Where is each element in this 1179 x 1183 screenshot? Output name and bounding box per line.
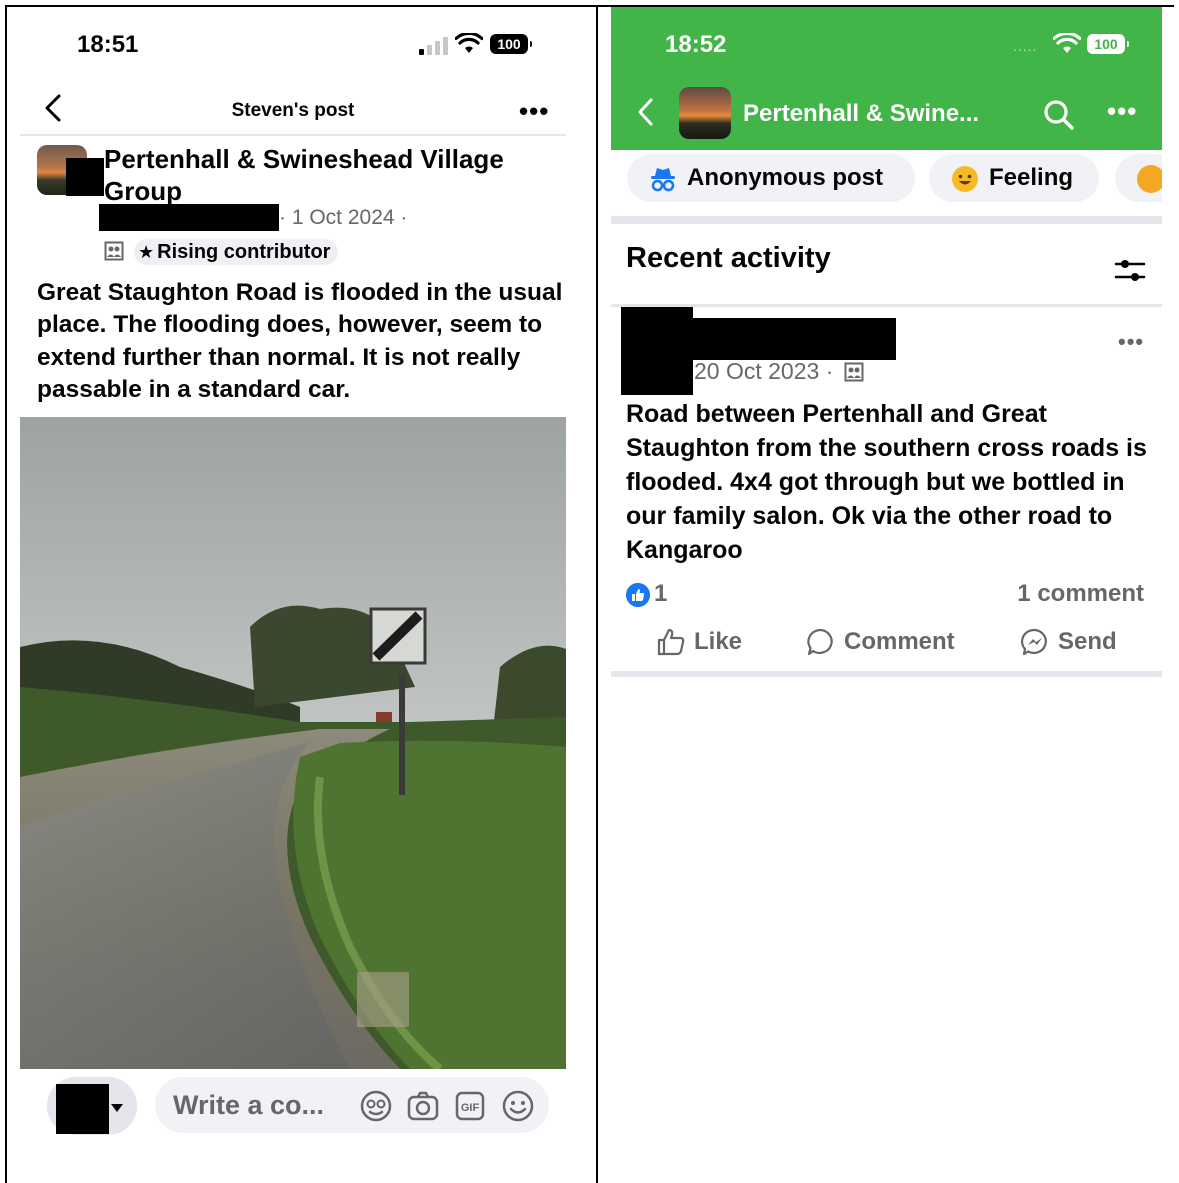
comment-bar: Write a co... GIF	[7, 1075, 596, 1145]
chip-label: Feeling	[989, 164, 1074, 191]
star-icon: ★	[138, 242, 155, 262]
wifi-icon	[1053, 33, 1081, 53]
comment-bubble-icon	[807, 628, 833, 656]
messenger-icon	[1020, 628, 1047, 656]
nav-bar: Steven's post •••	[7, 82, 596, 137]
redacted-author-name	[99, 204, 279, 231]
group-title[interactable]: Pertenhall & Swine...	[743, 100, 979, 128]
post-date-text: 20 Oct 2023 ·	[694, 358, 834, 384]
more-options-icon[interactable]: •••	[1107, 98, 1137, 124]
redacted-author-name	[693, 318, 896, 360]
emoji-icon[interactable]	[501, 1089, 535, 1123]
back-arrow-icon[interactable]	[635, 97, 657, 127]
flooded-road-photo[interactable]	[20, 417, 566, 1069]
anonymous-post-chip[interactable]: Anonymous post	[627, 154, 915, 202]
group-name[interactable]: Pertenhall & Swineshead Village Group	[104, 143, 564, 207]
status-time: 18:52	[665, 31, 727, 58]
chip-label: Anonymous post	[687, 164, 883, 191]
send-label: Send	[1058, 628, 1117, 655]
post-more-icon[interactable]: •••	[1118, 331, 1144, 353]
gif-icon[interactable]: GIF	[453, 1089, 487, 1123]
rising-contributor-badge: ★ Rising contributor	[134, 239, 339, 265]
no-signal-dots-icon: .....	[1013, 38, 1038, 54]
like-label: Like	[694, 628, 743, 655]
comment-label: Comment	[844, 628, 955, 655]
post-body: Great Staughton Road is flooded in the u…	[37, 279, 563, 403]
group-cover-thumbnail[interactable]	[679, 87, 731, 139]
battery-icon: 100	[1087, 34, 1129, 54]
left-screen: 18:51 100 Steven's post ••• Pertenhall &…	[7, 7, 596, 1183]
section-divider	[611, 216, 1162, 224]
more-options-icon[interactable]: •••	[519, 98, 549, 124]
smile-icon	[952, 166, 978, 192]
group-header: 18:52 ..... 100 Pertenhall & Swine... ••…	[611, 7, 1162, 150]
anonymous-icon	[651, 168, 675, 192]
more-chip[interactable]	[1115, 154, 1162, 202]
redacted-author-avatar	[621, 307, 693, 395]
svg-text:GIF: GIF	[461, 1102, 480, 1114]
divider	[611, 304, 1162, 307]
thumbs-up-icon	[657, 628, 685, 656]
section-divider	[611, 671, 1162, 677]
right-screen: 18:52 ..... 100 Pertenhall & Swine... ••…	[598, 7, 1174, 1183]
cellular-signal-icon	[419, 37, 449, 55]
group-member-icon	[844, 362, 864, 382]
comment-placeholder: Write a co...	[173, 1090, 325, 1120]
feeling-chip[interactable]: Feeling	[929, 154, 1099, 202]
post-body: Road between Pertenhall and Great Staugh…	[626, 400, 1147, 564]
filter-sliders-icon[interactable]	[1114, 257, 1146, 285]
wifi-icon	[455, 33, 483, 53]
page-title: Steven's post	[231, 100, 355, 121]
redacted-profile-avatar	[56, 1084, 109, 1134]
redacted-avatar-block	[66, 158, 104, 196]
composer-chips: Anonymous post Feeling	[611, 150, 1162, 216]
status-time: 18:51	[77, 31, 139, 58]
like-count: 1	[654, 580, 668, 607]
group-member-icon	[104, 241, 124, 261]
partial-chip-icon	[1137, 165, 1162, 193]
battery-icon: 100	[490, 34, 532, 54]
avatar-sticker-icon[interactable]	[359, 1089, 393, 1123]
like-reaction-icon	[626, 583, 650, 607]
status-bar: 18:51 100	[7, 7, 596, 82]
post-date: 20 Oct 2023 ·	[694, 358, 864, 385]
comment-count[interactable]: 1 comment	[1017, 580, 1144, 608]
chevron-down-icon[interactable]	[111, 1104, 123, 1112]
divider	[20, 134, 566, 136]
camera-icon[interactable]	[406, 1089, 440, 1123]
post-meta: · 1 Oct 2024 ·	[279, 206, 408, 229]
comment-input[interactable]: Write a co... GIF	[155, 1077, 549, 1133]
search-icon[interactable]	[1043, 99, 1075, 131]
section-title: Recent activity	[626, 242, 831, 274]
badge-label: Rising contributor	[157, 241, 331, 263]
